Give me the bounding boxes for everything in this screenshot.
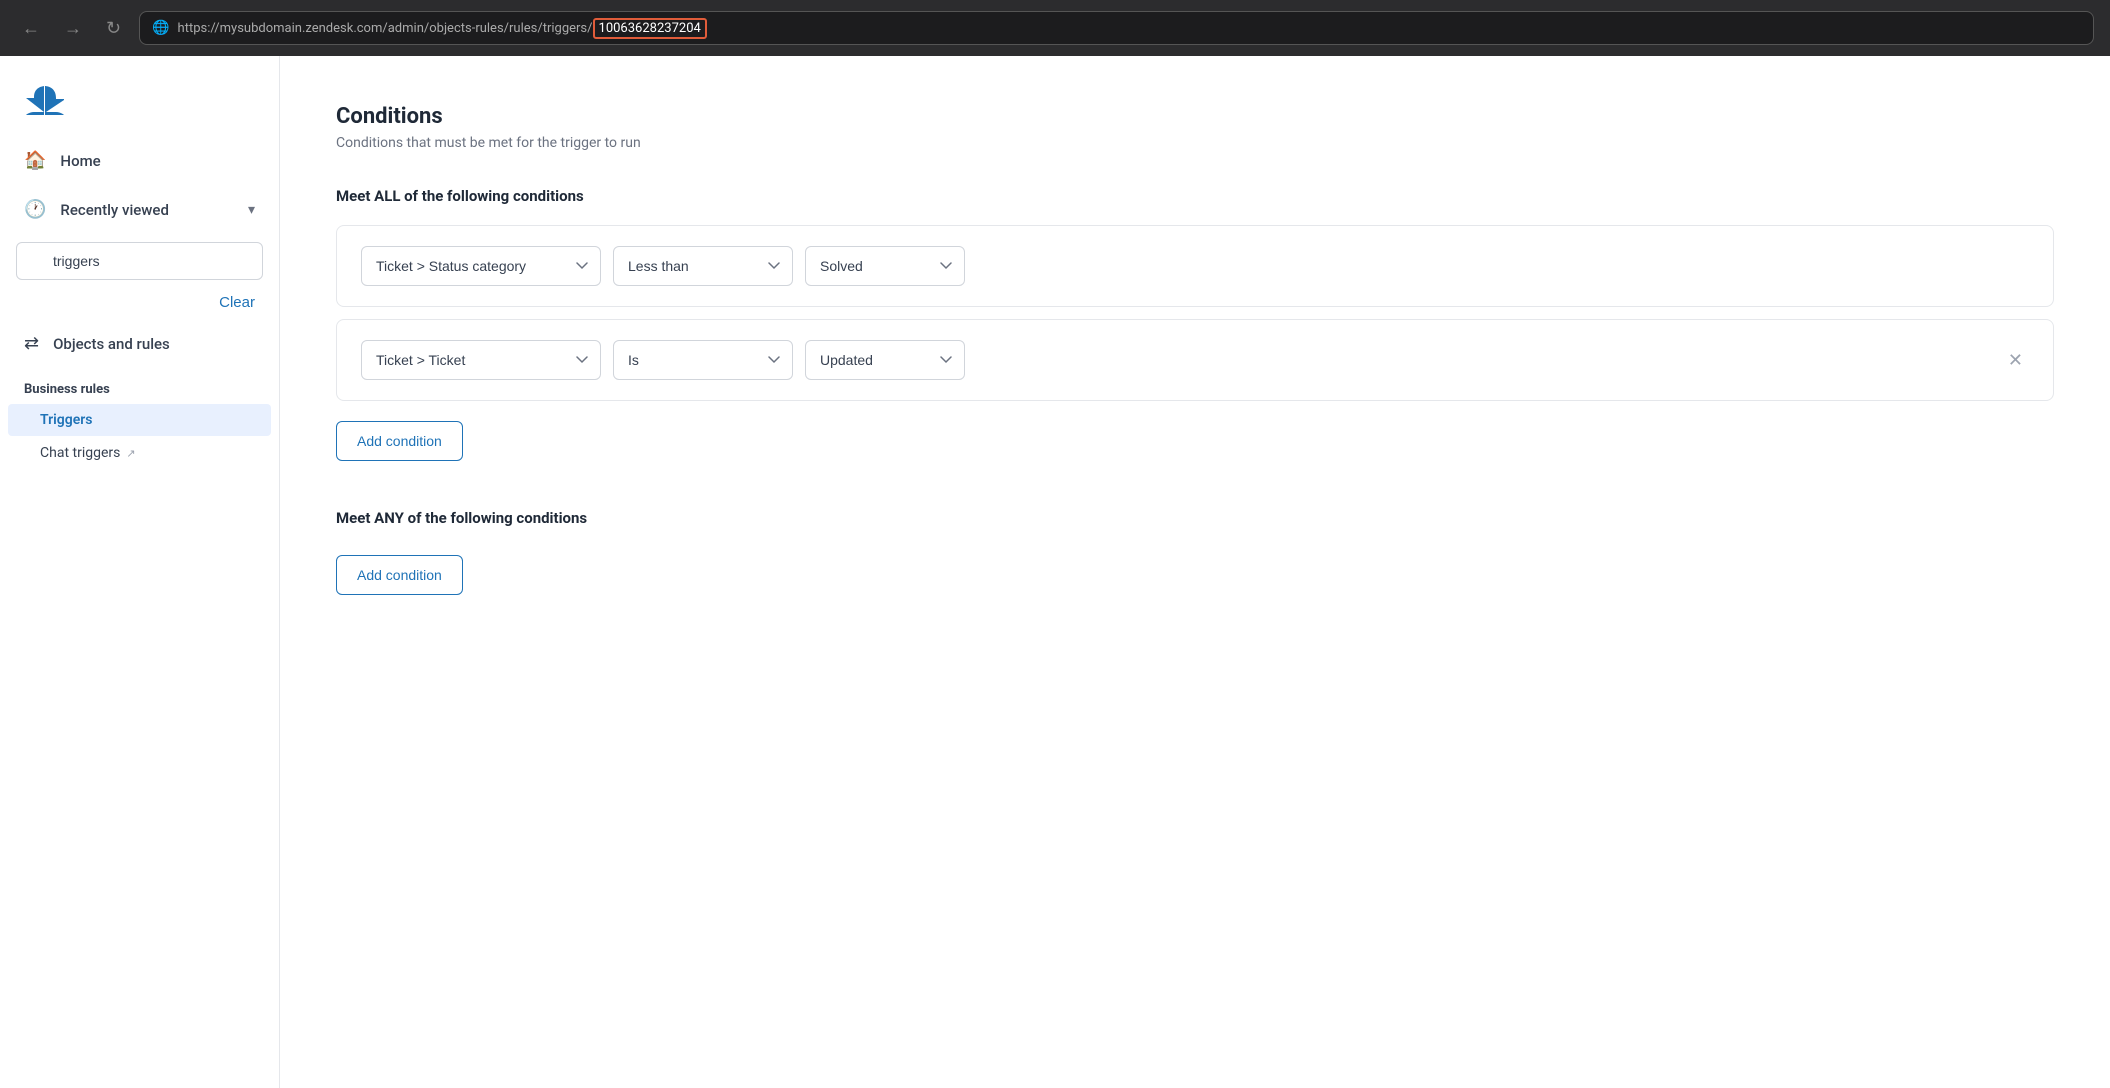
- meet-any-label: Meet ANY of the following conditions: [336, 509, 2054, 527]
- home-icon: 🏠: [24, 150, 46, 171]
- search-input[interactable]: [16, 242, 263, 280]
- meet-all-label: Meet ALL of the following conditions: [336, 187, 2054, 205]
- address-url: https://mysubdomain.zendesk.com/admin/ob…: [178, 18, 2081, 39]
- sidebar-clear-section: Clear: [0, 288, 279, 319]
- meet-all-section: Meet ALL of the following conditions Tic…: [336, 187, 2054, 461]
- app-layout: 🏠 Home 🕐 Recently viewed ▾ 🔍 Clear ⇄ Obj…: [0, 56, 2110, 1088]
- sidebar-item-chat-triggers[interactable]: Chat triggers ↗: [8, 437, 271, 469]
- clock-icon: 🕐: [24, 199, 46, 220]
- condition2-value-select[interactable]: Updated: [805, 340, 965, 380]
- address-bar[interactable]: 🌐 https://mysubdomain.zendesk.com/admin/…: [139, 11, 2094, 45]
- condition-row-1: Ticket > Status category Less than Solve…: [336, 225, 2054, 307]
- refresh-button[interactable]: ↻: [100, 14, 127, 43]
- chat-triggers-label: Chat triggers: [40, 445, 120, 461]
- sidebar-logo: [0, 56, 279, 136]
- sidebar-objects-rules-label: Objects and rules: [53, 335, 170, 353]
- sidebar-home-label: Home: [60, 152, 100, 170]
- main-content: Conditions Conditions that must be met f…: [280, 56, 2110, 1088]
- objects-rules-icon: ⇄: [24, 333, 39, 354]
- clear-button[interactable]: Clear: [219, 294, 255, 311]
- add-condition-all-button[interactable]: Add condition: [336, 421, 463, 461]
- sidebar-search-wrapper: 🔍: [16, 242, 263, 280]
- condition1-value-select[interactable]: Solved: [805, 246, 965, 286]
- url-prefix: https://mysubdomain.zendesk.com/admin/ob…: [178, 21, 593, 36]
- browser-chrome: ← → ↻ 🌐 https://mysubdomain.zendesk.com/…: [0, 0, 2110, 56]
- zendesk-logo-icon: [24, 84, 66, 116]
- sidebar-item-objects-and-rules[interactable]: ⇄ Objects and rules: [0, 319, 279, 368]
- sidebar-recently-viewed-label: Recently viewed: [60, 201, 169, 219]
- condition2-operator-select[interactable]: Is: [613, 340, 793, 380]
- external-link-icon: ↗: [126, 447, 135, 460]
- condition2-field-select[interactable]: Ticket > Ticket: [361, 340, 601, 380]
- meet-any-section: Meet ANY of the following conditions Add…: [336, 509, 2054, 595]
- back-button[interactable]: ←: [16, 14, 46, 43]
- forward-button[interactable]: →: [58, 14, 88, 43]
- conditions-section: Conditions Conditions that must be met f…: [336, 104, 2054, 595]
- globe-icon: 🌐: [152, 20, 169, 36]
- triggers-label: Triggers: [40, 412, 93, 428]
- url-highlight: 10063628237204: [593, 18, 707, 39]
- condition1-operator-select[interactable]: Less than: [613, 246, 793, 286]
- sidebar-item-recently-viewed[interactable]: 🕐 Recently viewed ▾: [0, 185, 279, 234]
- sidebar-item-triggers[interactable]: Triggers: [8, 404, 271, 436]
- business-rules-title: Business rules: [0, 372, 279, 403]
- add-condition-any-button[interactable]: Add condition: [336, 555, 463, 595]
- chevron-down-icon: ▾: [248, 202, 255, 218]
- conditions-subtitle: Conditions that must be met for the trig…: [336, 135, 2054, 151]
- condition1-field-select[interactable]: Ticket > Status category: [361, 246, 601, 286]
- sidebar-item-home[interactable]: 🏠 Home: [0, 136, 279, 185]
- sidebar-submenu: Business rules Triggers Chat triggers ↗: [0, 368, 279, 474]
- conditions-title: Conditions: [336, 104, 2054, 129]
- condition-row-2: Ticket > Ticket Is Updated ✕: [336, 319, 2054, 401]
- sidebar: 🏠 Home 🕐 Recently viewed ▾ 🔍 Clear ⇄ Obj…: [0, 56, 280, 1088]
- remove-condition2-button[interactable]: ✕: [2002, 347, 2029, 373]
